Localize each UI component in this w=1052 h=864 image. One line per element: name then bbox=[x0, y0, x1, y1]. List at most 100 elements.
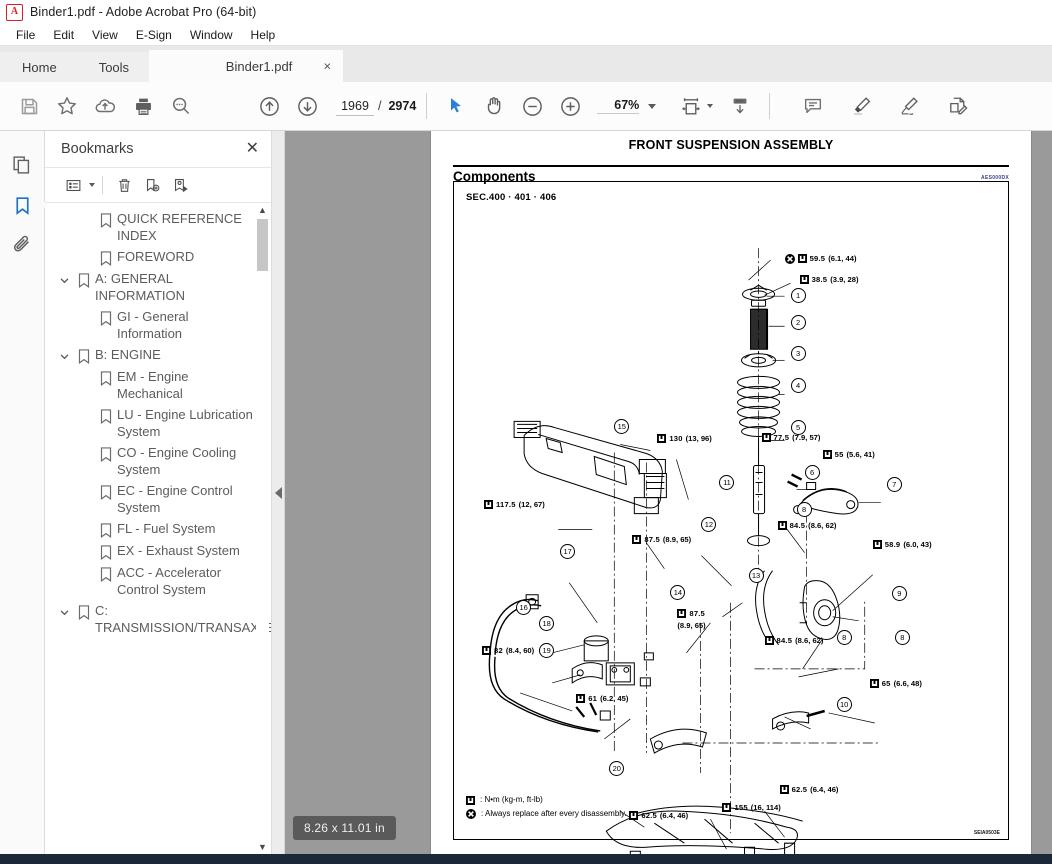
fit-page-chevron-icon[interactable] bbox=[707, 104, 714, 108]
fit-page-icon[interactable] bbox=[672, 87, 710, 125]
zoom-in-icon[interactable] bbox=[551, 87, 589, 125]
figure-code: SEIA0503E bbox=[973, 830, 1000, 836]
options-list-icon[interactable] bbox=[59, 172, 87, 198]
next-page-icon[interactable] bbox=[288, 87, 326, 125]
torque-units: (8.6, 62) bbox=[808, 520, 837, 530]
hand-icon[interactable] bbox=[475, 87, 513, 125]
tab-document[interactable]: Binder1.pdf × bbox=[149, 50, 344, 82]
torque-callout: 130 (13, 96) bbox=[657, 433, 712, 443]
zoom-control[interactable]: 67% bbox=[597, 98, 657, 114]
bookmark-label: A: GENERAL INFORMATION bbox=[95, 271, 186, 303]
attachments-icon[interactable] bbox=[5, 225, 39, 265]
torque-units: (6.6, 48) bbox=[893, 679, 922, 689]
cursor-select-icon[interactable] bbox=[437, 87, 475, 125]
torque-units: (5.6, 41) bbox=[846, 449, 875, 459]
document-viewer[interactable]: FRONT SUSPENSION ASSEMBLY Components AES… bbox=[285, 131, 1052, 854]
twisty-spacer bbox=[77, 542, 95, 547]
previous-page-icon[interactable] bbox=[250, 87, 288, 125]
goto-bookmark-icon[interactable] bbox=[166, 172, 194, 198]
torque-value: 87.5 bbox=[644, 535, 660, 545]
zoom-out-icon[interactable] bbox=[513, 87, 551, 125]
bookmarks-title: Bookmarks bbox=[61, 141, 134, 157]
bookmarks-icon[interactable] bbox=[5, 185, 48, 225]
bookmark-label: EM - Engine Mechanical bbox=[117, 369, 189, 401]
bookmark-item[interactable]: QUICK REFERENCE INDEX bbox=[45, 208, 271, 246]
torque-callout: 87.5 (8.9, 65) bbox=[677, 609, 729, 630]
torque-value: 130 bbox=[669, 433, 683, 443]
page-size-badge: 8.26 x 11.01 in bbox=[293, 816, 396, 840]
page-content: FRONT SUSPENSION ASSEMBLY Components AES… bbox=[431, 131, 1031, 854]
scroll-down-icon[interactable]: ▼ bbox=[256, 840, 269, 854]
comment-icon[interactable] bbox=[794, 87, 832, 125]
bookmarks-scrollbar[interactable]: ▲ ▼ bbox=[256, 203, 269, 854]
chevron-down-icon[interactable] bbox=[55, 602, 73, 618]
search-icon[interactable] bbox=[162, 87, 200, 125]
bookmark-item[interactable]: A: GENERAL INFORMATION bbox=[45, 268, 271, 306]
menu-file[interactable]: File bbox=[7, 26, 44, 44]
print-icon[interactable] bbox=[124, 87, 162, 125]
torque-callout: 62.5 (6.4, 46) bbox=[629, 811, 688, 821]
chevron-down-icon[interactable] bbox=[648, 103, 657, 109]
bookmark-item[interactable]: LU - Engine Lubrication System bbox=[45, 404, 271, 442]
chevron-down-icon[interactable] bbox=[89, 183, 95, 187]
close-icon[interactable]: × bbox=[323, 59, 331, 74]
bookmark-label: ACC - Accelerator Control System bbox=[117, 565, 222, 597]
scrollbar-thumb[interactable] bbox=[257, 219, 268, 271]
bookmark-item[interactable]: ACC - Accelerator Control System bbox=[45, 562, 271, 600]
torque-value: 55 bbox=[834, 449, 844, 459]
part-number-balloon: 13 bbox=[748, 567, 764, 583]
twisty-spacer bbox=[77, 248, 95, 253]
chevron-down-icon[interactable] bbox=[55, 270, 73, 286]
page-thumbnails-icon[interactable] bbox=[5, 145, 39, 185]
menu-esign[interactable]: E-Sign bbox=[127, 26, 181, 44]
page-navigator: / 2974 bbox=[336, 96, 416, 116]
upload-cloud-icon[interactable] bbox=[86, 87, 124, 125]
torque-callout: 155 (16, 114) bbox=[722, 803, 781, 812]
menu-help[interactable]: Help bbox=[242, 26, 285, 44]
torque-callout: 38.5 (3.9, 28) bbox=[799, 275, 858, 285]
part-number-balloon: 5 bbox=[790, 420, 806, 436]
panel-collapse-handle[interactable] bbox=[272, 131, 285, 854]
bookmark-item[interactable]: EX - Exhaust System bbox=[45, 540, 271, 562]
highlight-icon[interactable] bbox=[842, 87, 880, 125]
page-number-input[interactable] bbox=[336, 96, 374, 116]
tab-strip: Home Tools Binder1.pdf × bbox=[0, 46, 1052, 82]
new-bookmark-icon[interactable] bbox=[138, 172, 166, 198]
bookmarks-toolbar bbox=[45, 167, 271, 203]
menu-edit[interactable]: Edit bbox=[44, 26, 83, 44]
tab-home[interactable]: Home bbox=[0, 52, 79, 82]
torque-value: 65 bbox=[881, 679, 891, 689]
bookmark-item[interactable]: EC - Engine Control System bbox=[45, 480, 271, 518]
page-scrolling-icon[interactable] bbox=[721, 87, 759, 125]
save-icon[interactable] bbox=[10, 87, 48, 125]
torque-units: (12, 67) bbox=[518, 500, 545, 510]
bookmark-item[interactable]: EM - Engine Mechanical bbox=[45, 366, 271, 404]
bookmark-icon bbox=[73, 270, 95, 288]
bookmark-item[interactable]: B: ENGINE bbox=[45, 344, 271, 366]
bookmark-item[interactable]: FOREWORD bbox=[45, 246, 271, 268]
bookmark-item[interactable]: FL - Fuel System bbox=[45, 518, 271, 540]
star-icon[interactable] bbox=[48, 87, 86, 125]
menu-view[interactable]: View bbox=[83, 26, 127, 44]
menu-window[interactable]: Window bbox=[181, 26, 242, 44]
bookmark-icon bbox=[95, 564, 117, 582]
page-separator: / bbox=[378, 99, 382, 113]
torque-callout: 55 (5.6, 41) bbox=[822, 449, 875, 459]
bookmark-item[interactable]: CO - Engine Cooling System bbox=[45, 442, 271, 480]
torque-callout: 84.5 (8.6, 62) bbox=[777, 520, 837, 530]
acrobat-icon: A bbox=[6, 3, 23, 21]
torque-units: (6.0, 43) bbox=[903, 540, 932, 550]
close-icon[interactable]: ✕ bbox=[246, 141, 259, 157]
bookmark-icon bbox=[95, 368, 117, 386]
sign-icon[interactable] bbox=[890, 87, 928, 125]
bookmark-item[interactable]: C: TRANSMISSION/TRANSAXLE bbox=[45, 600, 271, 638]
delete-icon[interactable] bbox=[110, 172, 138, 198]
torque-value: 155 bbox=[734, 803, 748, 812]
twisty-spacer bbox=[77, 482, 95, 487]
chevron-down-icon[interactable] bbox=[55, 346, 73, 362]
scroll-up-icon[interactable]: ▲ bbox=[256, 203, 269, 217]
tab-tools[interactable]: Tools bbox=[78, 52, 150, 82]
edit-pdf-icon[interactable] bbox=[938, 87, 976, 125]
bookmarks-list[interactable]: QUICK REFERENCE INDEX FOREWORD A: GENERAL … bbox=[45, 203, 271, 854]
bookmark-item[interactable]: GI - General Information bbox=[45, 306, 271, 344]
